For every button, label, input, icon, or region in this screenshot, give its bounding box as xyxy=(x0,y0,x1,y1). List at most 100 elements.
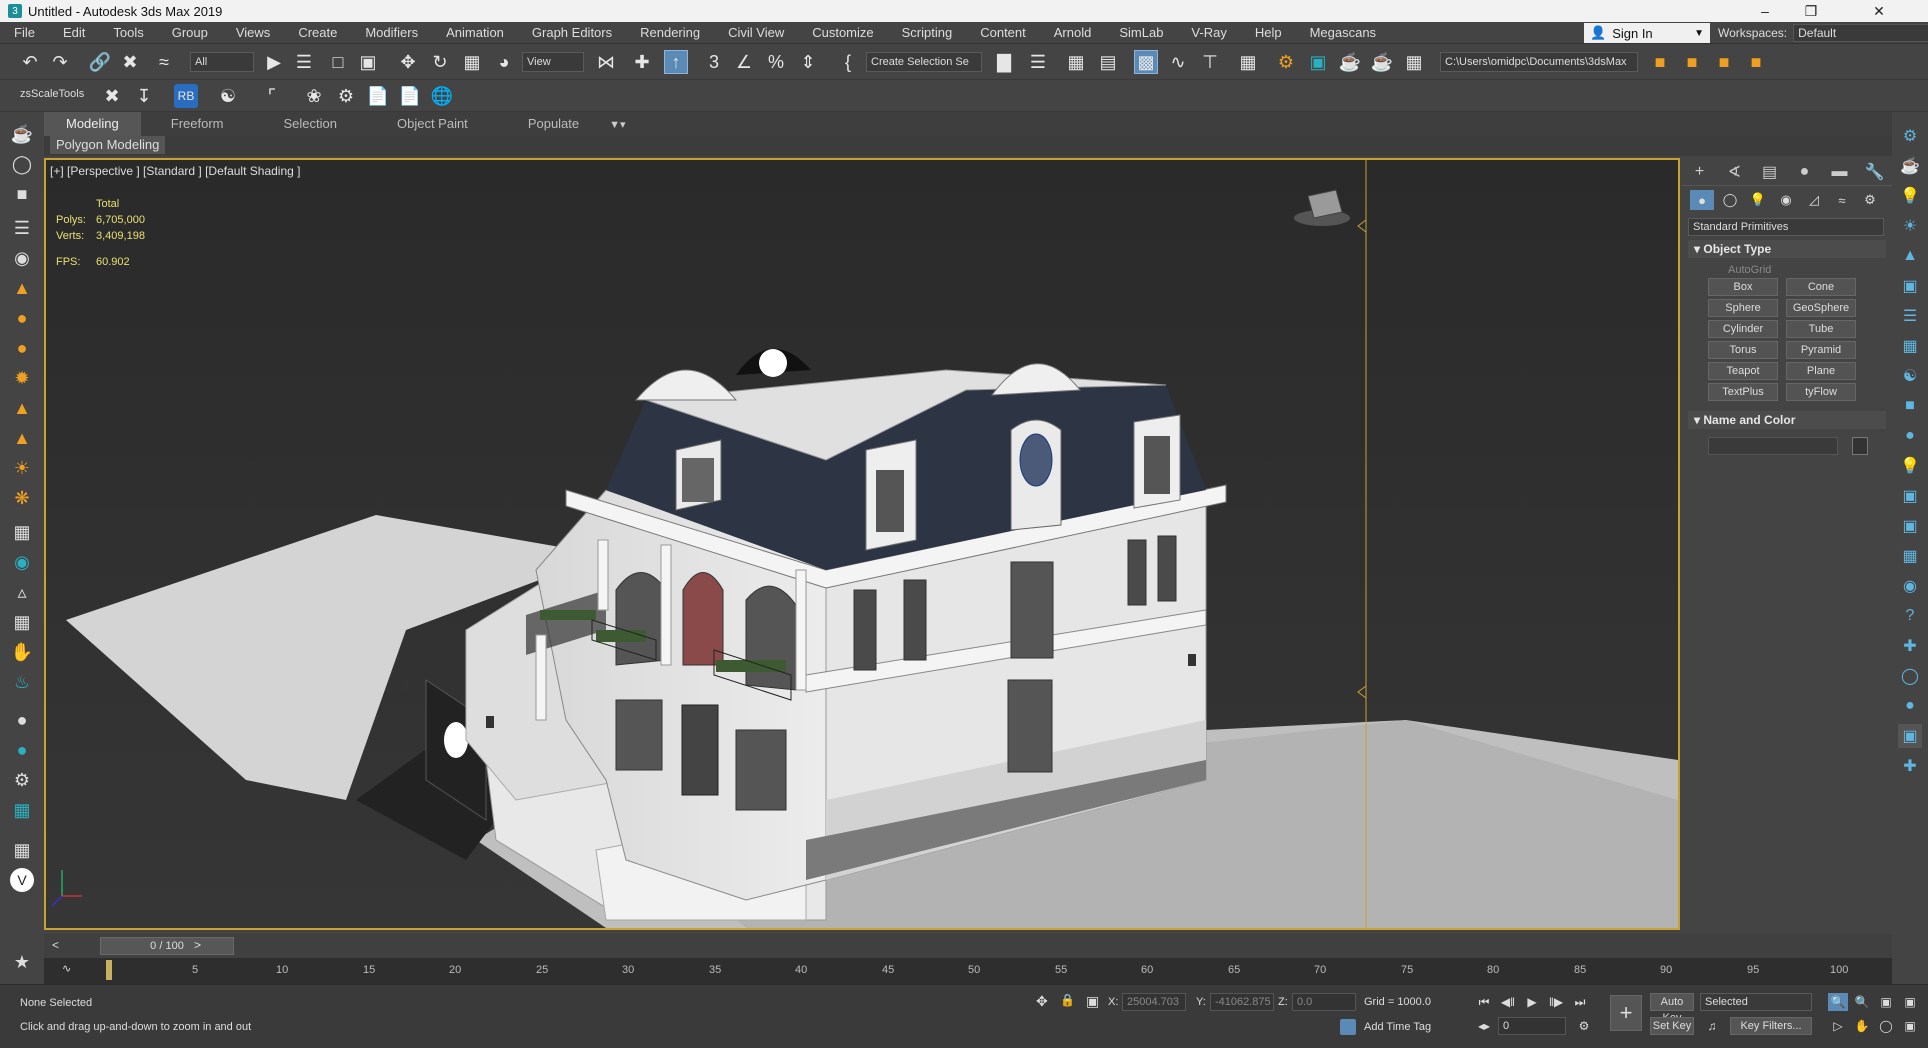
menu-group[interactable]: Group xyxy=(158,25,222,40)
vray-bulb-icon[interactable]: 💡 xyxy=(1898,454,1922,478)
fur-icon[interactable]: ◉ xyxy=(10,550,34,574)
z-coordinate-field[interactable]: 0.0 xyxy=(1292,993,1356,1011)
vray-frame-buffer-icon[interactable]: ▣ xyxy=(1898,274,1922,298)
render-in-cloud-icon[interactable]: ▦ xyxy=(1402,50,1426,74)
vray-log-icon[interactable]: ☰ xyxy=(1898,304,1922,328)
grid-icon[interactable]: ▦ xyxy=(10,610,34,634)
light-icon[interactable]: ▲ xyxy=(10,276,34,300)
wheel-icon[interactable]: ❀ xyxy=(302,84,326,108)
fire-icon[interactable]: ♨ xyxy=(10,670,34,694)
prev-frame-icon[interactable]: < xyxy=(52,938,59,952)
viewcube[interactable] xyxy=(1302,184,1346,224)
scale-icon[interactable]: ▦ xyxy=(460,50,484,74)
angle-snap-icon[interactable]: ∠ xyxy=(732,50,756,74)
menu-vray[interactable]: V-Ray xyxy=(1177,25,1240,40)
spacewarps-icon[interactable]: ≈ xyxy=(1830,190,1854,210)
utilities-tab-icon[interactable]: 🔧 xyxy=(1857,162,1892,182)
selection-filter-dropdown[interactable]: All xyxy=(190,52,254,72)
mirror-icon[interactable]: ▇ xyxy=(992,50,1016,74)
current-frame-marker[interactable] xyxy=(106,960,112,980)
menu-modifiers[interactable]: Modifiers xyxy=(351,25,432,40)
time-config-icon[interactable]: ⚙ xyxy=(1574,1017,1594,1035)
shapes-icon[interactable]: ◯ xyxy=(1718,190,1742,210)
document-gear-icon[interactable]: 📄 xyxy=(398,84,422,108)
menu-create[interactable]: Create xyxy=(284,25,351,40)
restore-button[interactable]: ❐ xyxy=(1788,0,1834,22)
rect-selection-icon[interactable]: □ xyxy=(326,50,350,74)
tyflow-button[interactable]: tyFlow xyxy=(1786,383,1856,401)
scale-tool-icon[interactable]: ✖ xyxy=(100,84,124,108)
key-filters-button[interactable]: Key Filters... xyxy=(1730,1017,1812,1035)
time-tag-icon[interactable] xyxy=(1340,1019,1356,1035)
window-crossing-icon[interactable]: ▣ xyxy=(356,50,380,74)
camera-icon[interactable]: ◉ xyxy=(10,246,34,270)
ribbon-toggle-icon[interactable]: ▩ xyxy=(1134,50,1158,74)
menu-graph-editors[interactable]: Graph Editors xyxy=(518,25,626,40)
rotate-icon[interactable]: ↻ xyxy=(428,50,452,74)
cylinder-button[interactable]: Cylinder xyxy=(1708,320,1778,338)
zoom-all-icon[interactable]: 🔍 xyxy=(1852,993,1872,1011)
key-mode-dropdown[interactable]: Selected xyxy=(1700,993,1812,1011)
menu-scripting[interactable]: Scripting xyxy=(888,25,967,40)
box-button[interactable]: Box xyxy=(1708,278,1778,296)
autogrid-checkbox[interactable]: AutoGrid xyxy=(1682,262,1892,278)
geosphere-button[interactable]: GeoSphere xyxy=(1786,299,1856,317)
menu-views[interactable]: Views xyxy=(222,25,284,40)
material-editor-icon[interactable]: ▦ xyxy=(1236,50,1260,74)
scene-explorer-icon[interactable]: ▤ xyxy=(1096,50,1120,74)
edit-named-selection-icon[interactable]: { xyxy=(836,50,860,74)
zoom-icon[interactable]: 🔍 xyxy=(1828,993,1848,1011)
project-folder-icon[interactable]: ■ xyxy=(1648,50,1672,74)
perspective-viewport[interactable]: [+] [Perspective ] [Standard ] [Default … xyxy=(44,158,1680,930)
display-tab-icon[interactable]: ▬ xyxy=(1822,163,1857,181)
undo-icon[interactable]: ↶ xyxy=(18,50,42,74)
zsscale-tools-label[interactable]: zsScaleTools xyxy=(20,88,84,100)
move-icon[interactable]: ✥ xyxy=(396,50,420,74)
maximize-viewport-icon[interactable]: ▣ xyxy=(1900,1017,1920,1035)
set-keys-button[interactable]: + xyxy=(1610,995,1642,1031)
lights-icon[interactable]: 💡 xyxy=(1746,190,1770,210)
select-by-name-icon[interactable]: ☰ xyxy=(292,50,316,74)
workspaces-dropdown[interactable]: Default xyxy=(1793,24,1928,42)
menu-content[interactable]: Content xyxy=(966,25,1040,40)
key-mode-icon[interactable]: ◂▸ xyxy=(1474,1017,1494,1035)
pyramid-button[interactable]: Pyramid xyxy=(1786,341,1856,359)
omni-icon[interactable]: ● xyxy=(10,306,34,330)
set-key-button[interactable]: Set Key xyxy=(1650,1017,1694,1035)
sphere-button[interactable]: Sphere xyxy=(1708,299,1778,317)
cameras-icon[interactable]: ◉ xyxy=(1774,190,1798,210)
globe-icon[interactable]: 🌐 xyxy=(430,84,454,108)
zoom-extents-all-icon[interactable]: ▣ xyxy=(1900,993,1920,1011)
go-to-end-icon[interactable]: ⏭ xyxy=(1570,993,1590,1011)
plane-button[interactable]: Plane xyxy=(1786,362,1856,380)
ies-light-icon[interactable]: ▲ xyxy=(10,426,34,450)
absolute-mode-icon[interactable]: ▣ xyxy=(1086,993,1099,1010)
keyboard-shortcut-override-icon[interactable]: ↑ xyxy=(664,50,688,74)
tube-button[interactable]: Tube xyxy=(1786,320,1856,338)
minimize-button[interactable]: – xyxy=(1742,0,1788,22)
menu-rendering[interactable]: Rendering xyxy=(626,25,714,40)
render-setup-icon[interactable]: ⚙ xyxy=(1274,50,1298,74)
named-selection-dropdown[interactable]: Create Selection Se xyxy=(866,52,982,72)
ref-coord-dropdown[interactable]: View xyxy=(522,52,584,72)
project-settings-icon[interactable]: ■ xyxy=(1744,50,1768,74)
nav-orbit-icon[interactable]: ◯ xyxy=(1898,664,1922,688)
menu-civil-view[interactable]: Civil View xyxy=(714,25,798,40)
menu-customize[interactable]: Customize xyxy=(798,25,887,40)
spot-light-icon[interactable]: ▲ xyxy=(10,396,34,420)
vray-proxy-icon[interactable]: ▦ xyxy=(1898,334,1922,358)
vray-sphere-icon[interactable]: ● xyxy=(1898,424,1922,448)
nav-select-icon[interactable]: ▣ xyxy=(1898,724,1922,748)
vray-light-icon[interactable]: 💡 xyxy=(1898,184,1922,208)
object-name-field[interactable] xyxy=(1708,437,1838,455)
orbit-icon[interactable]: ◯ xyxy=(1876,1017,1896,1035)
gear-wheel-icon[interactable]: ⚙ xyxy=(334,84,358,108)
menu-edit[interactable]: Edit xyxy=(49,25,99,40)
vray-screen-icon[interactable]: ▣ xyxy=(1898,484,1922,508)
systems-icon[interactable]: ⚙ xyxy=(1858,190,1882,210)
prev-key-icon[interactable]: ◀‖ xyxy=(1498,993,1518,1011)
material-library-icon[interactable]: ● xyxy=(10,738,34,762)
menu-file[interactable]: File xyxy=(0,25,49,40)
spinner-snap-icon[interactable]: ⇕ xyxy=(796,50,820,74)
pan-hand-icon[interactable]: ✋ xyxy=(1852,1017,1872,1035)
